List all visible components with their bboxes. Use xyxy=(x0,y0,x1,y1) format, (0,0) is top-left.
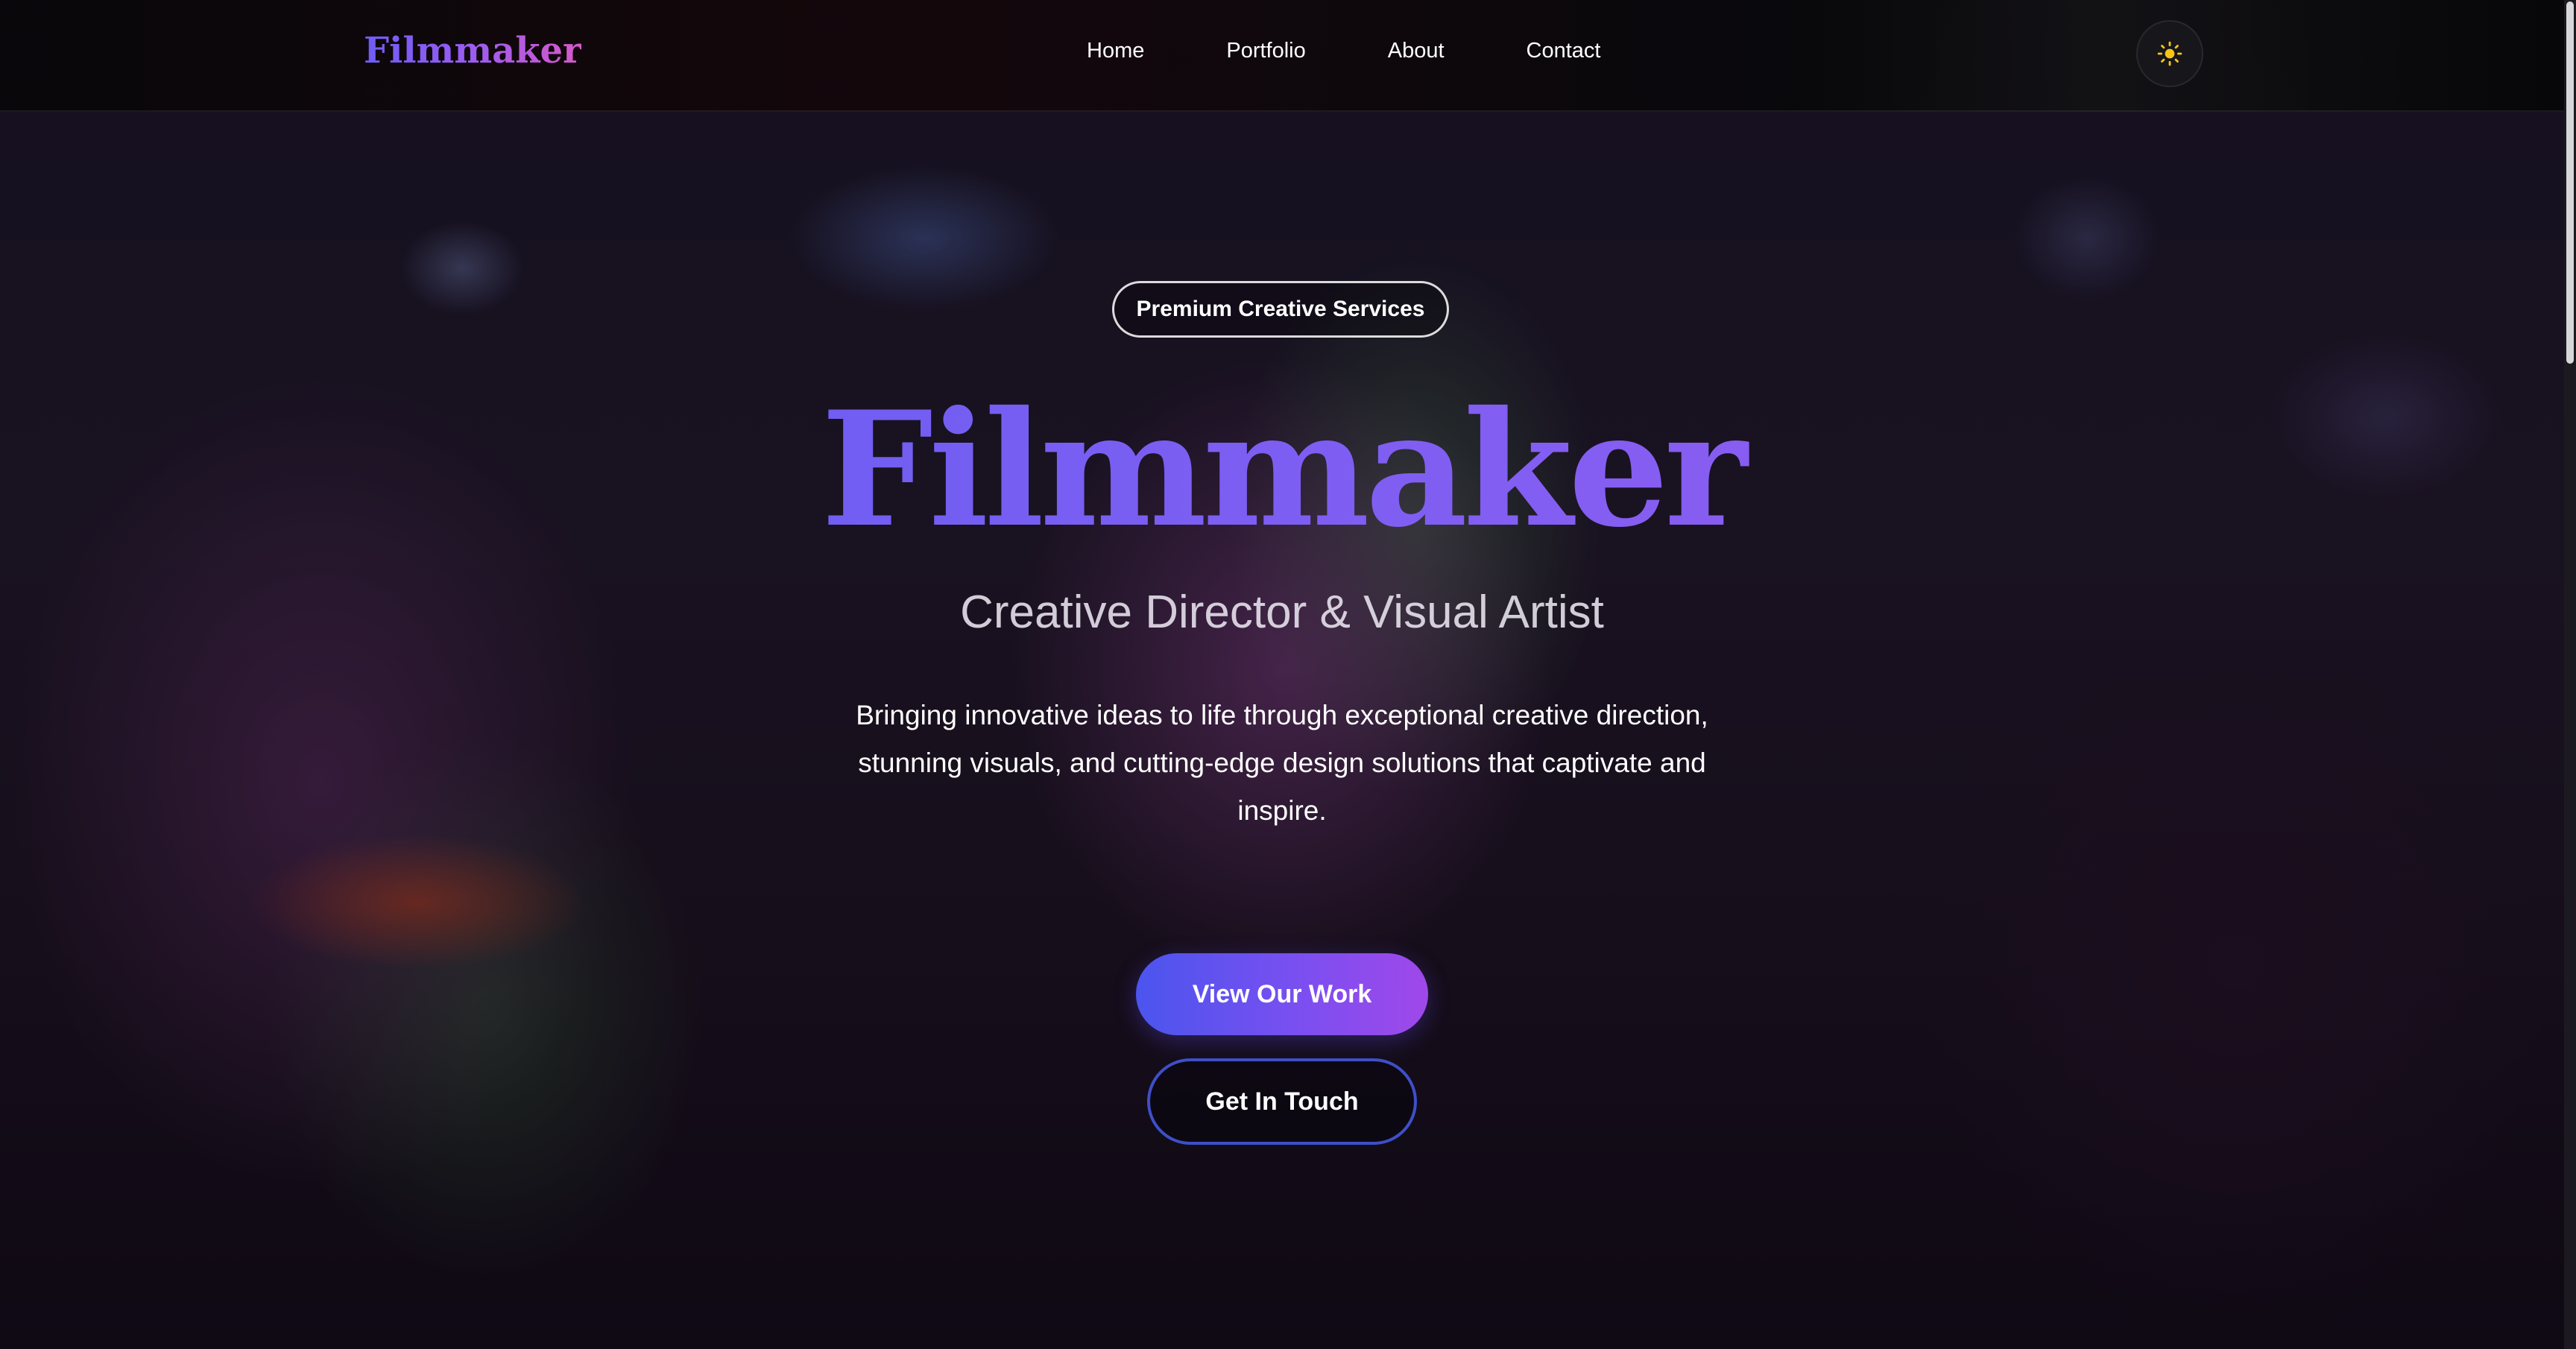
site-logo[interactable]: Filmmaker xyxy=(364,27,581,75)
hero-section: Premium Creative Services Filmmaker Crea… xyxy=(0,0,2564,1349)
sun-icon xyxy=(2157,41,2182,66)
navbar: Filmmaker Home Portfolio About Contact xyxy=(0,0,2564,112)
hero-description: Bringing innovative ideas to life throug… xyxy=(856,700,1708,826)
get-in-touch-button[interactable]: Get In Touch xyxy=(1147,1058,1417,1145)
scrollbar[interactable] xyxy=(2564,0,2576,1349)
scrollbar-thumb[interactable] xyxy=(2566,1,2574,364)
page: Filmmaker Home Portfolio About Contact P… xyxy=(0,0,2576,1349)
nav-link-portfolio[interactable]: Portfolio xyxy=(1226,34,1305,67)
hero-title: Filmmaker xyxy=(0,380,2564,559)
nav-links: Home Portfolio About Contact xyxy=(1087,34,1601,67)
theme-toggle-button[interactable] xyxy=(2136,20,2203,87)
nav-link-contact[interactable]: Contact xyxy=(1527,34,1601,67)
nav-link-about[interactable]: About xyxy=(1388,34,1445,67)
nav-link-home[interactable]: Home xyxy=(1087,34,1144,67)
view-our-work-button[interactable]: View Our Work xyxy=(1136,953,1428,1035)
services-badge: Premium Creative Services xyxy=(1112,281,1449,338)
hero-subtitle: Creative Director & Visual Artist xyxy=(960,587,1604,638)
